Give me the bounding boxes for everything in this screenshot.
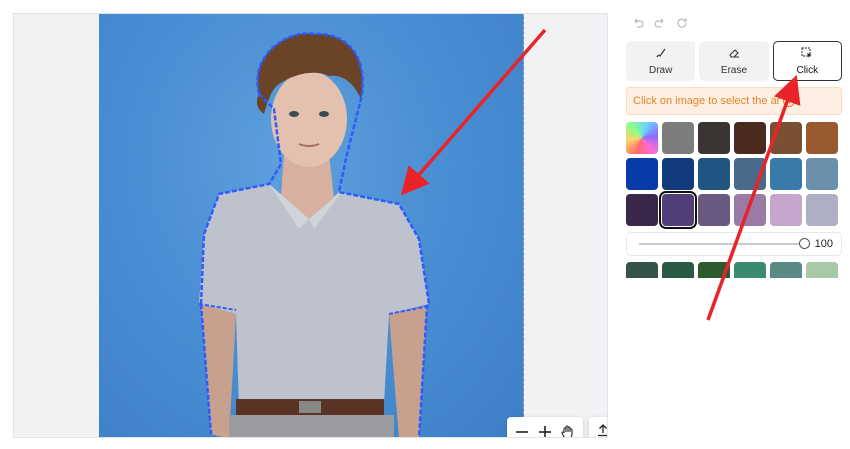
color-swatch[interactable] bbox=[806, 158, 838, 190]
history-controls bbox=[626, 13, 842, 33]
slider-thumb[interactable] bbox=[798, 238, 810, 249]
color-swatch[interactable] bbox=[734, 262, 766, 278]
hint-text: Click on image to select the ar bbox=[633, 95, 781, 107]
color-swatch[interactable] bbox=[626, 262, 658, 278]
draw-mode-label: Draw bbox=[648, 64, 673, 76]
color-swatch[interactable] bbox=[770, 122, 802, 154]
minus-icon[interactable] bbox=[512, 422, 532, 437]
slider-track[interactable] bbox=[639, 238, 810, 249]
color-swatch-grid-more bbox=[626, 262, 842, 278]
eraser-icon bbox=[728, 47, 740, 62]
color-swatch[interactable] bbox=[734, 158, 766, 190]
brush-icon bbox=[655, 47, 667, 62]
color-swatch[interactable] bbox=[770, 262, 802, 278]
mode-selector: Draw Erase Click bbox=[626, 41, 842, 81]
slider-value: 100 bbox=[814, 238, 833, 250]
click-mode-label: Click bbox=[796, 64, 819, 76]
color-swatch[interactable] bbox=[626, 194, 658, 226]
portrait-illustration bbox=[198, 32, 431, 437]
draw-mode-button[interactable]: Draw bbox=[626, 41, 696, 81]
color-swatch[interactable] bbox=[806, 262, 838, 278]
erase-mode-label: Erase bbox=[720, 64, 748, 76]
plus-icon[interactable] bbox=[535, 422, 555, 437]
hand-icon[interactable] bbox=[558, 422, 578, 437]
color-swatch[interactable] bbox=[662, 262, 694, 278]
edit-panel: Draw Erase Click Click on image to selec… bbox=[626, 13, 842, 278]
opacity-slider[interactable]: 100 bbox=[626, 232, 842, 256]
color-swatch[interactable] bbox=[662, 158, 694, 190]
upload-icon bbox=[596, 423, 607, 438]
color-swatch[interactable] bbox=[734, 194, 766, 226]
upload-button[interactable] bbox=[589, 417, 607, 438]
color-swatch[interactable] bbox=[698, 122, 730, 154]
reset-icon[interactable] bbox=[674, 15, 690, 31]
color-swatch[interactable] bbox=[806, 122, 838, 154]
color-swatch[interactable] bbox=[770, 194, 802, 226]
color-swatch-selected[interactable] bbox=[659, 191, 697, 229]
click-mode-button[interactable]: Click bbox=[772, 41, 842, 81]
color-swatch[interactable] bbox=[662, 122, 694, 154]
zoom-toolbar bbox=[507, 417, 583, 437]
click-select-icon bbox=[801, 47, 813, 62]
color-swatch[interactable] bbox=[698, 194, 730, 226]
color-swatch[interactable] bbox=[770, 158, 802, 190]
erase-mode-button[interactable]: Erase bbox=[699, 41, 769, 81]
color-swatch[interactable] bbox=[806, 194, 838, 226]
color-swatch[interactable] bbox=[698, 158, 730, 190]
image-canvas[interactable] bbox=[13, 13, 608, 438]
hint-banner: Click on image to select the ar i bbox=[626, 87, 842, 115]
redo-icon[interactable] bbox=[652, 15, 668, 31]
color-swatch-gradient[interactable] bbox=[626, 122, 658, 154]
app-root: Draw Erase Click Click on image to selec… bbox=[0, 0, 850, 449]
color-swatch[interactable] bbox=[734, 122, 766, 154]
undo-icon[interactable] bbox=[630, 15, 646, 31]
color-swatch[interactable] bbox=[626, 158, 658, 190]
portrait-image[interactable] bbox=[99, 14, 524, 437]
color-swatch-grid bbox=[626, 122, 842, 229]
color-swatch[interactable] bbox=[698, 262, 730, 278]
info-icon[interactable]: i bbox=[783, 95, 796, 107]
